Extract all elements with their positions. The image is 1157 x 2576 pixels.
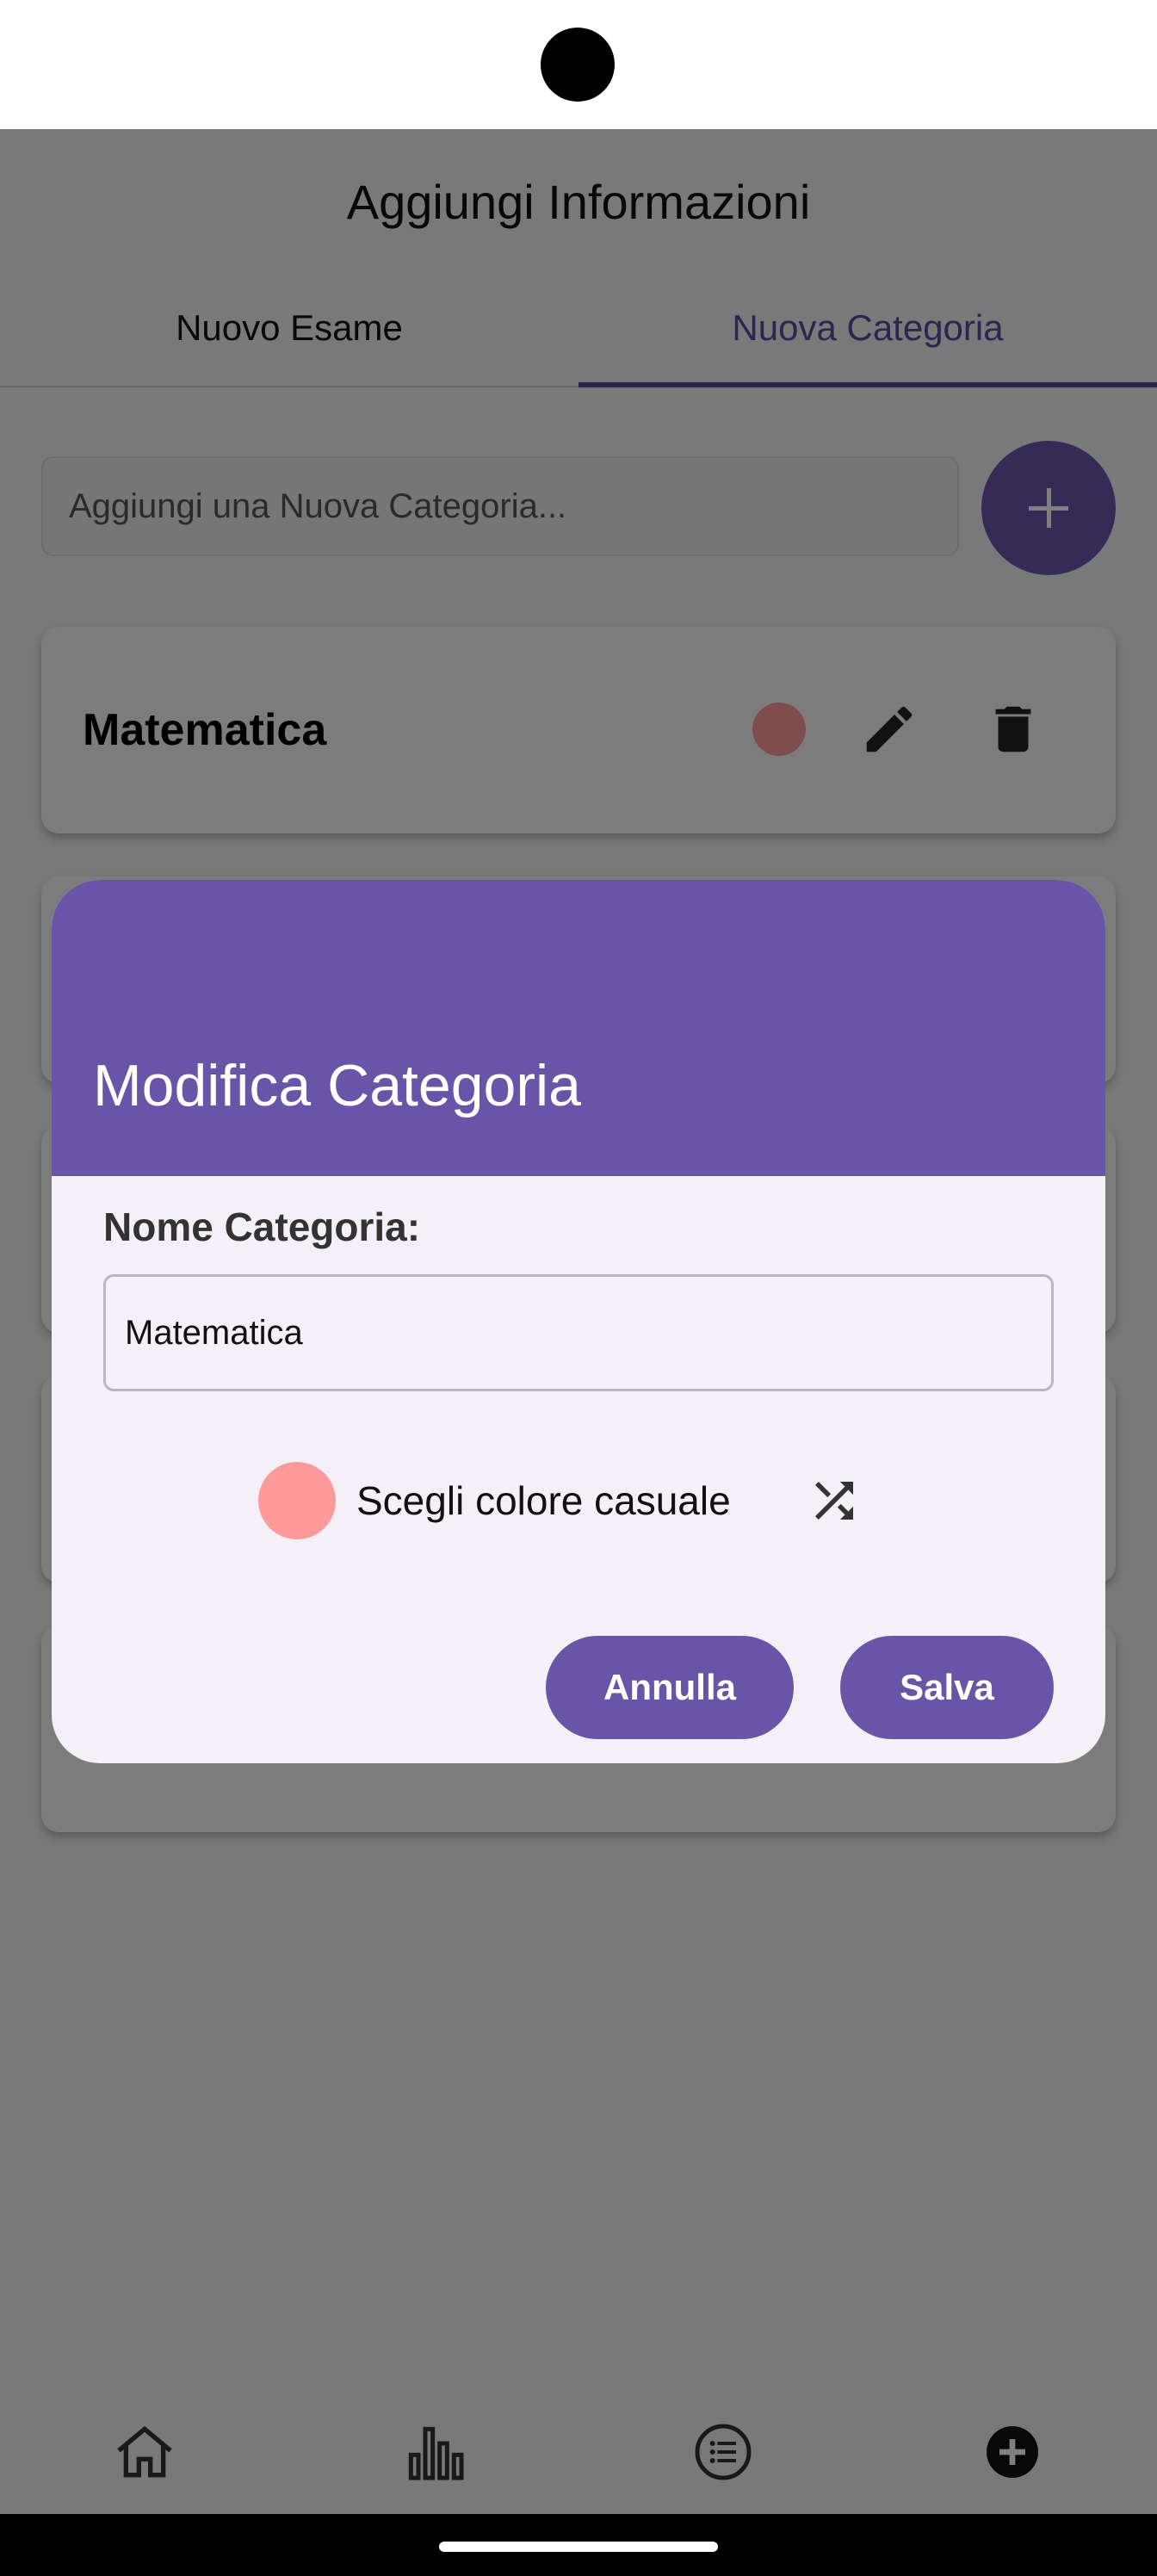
dialog-title: Modifica Categoria [93,1053,581,1118]
camera-cutout [541,28,615,102]
shuffle-icon[interactable] [806,1472,863,1529]
edit-category-dialog: Modifica Categoria Nome Categoria: Matem… [52,880,1105,1763]
status-bar [0,0,1157,129]
category-name-label: Nome Categoria: [103,1204,421,1249]
selected-color-swatch[interactable] [258,1462,336,1539]
random-color-label: Scegli colore casuale [356,1478,731,1523]
category-name-field[interactable]: Matematica [103,1274,1054,1391]
dialog-header: Modifica Categoria [52,880,1105,1176]
home-indicator[interactable] [439,2542,718,2552]
cancel-button[interactable]: Annulla [546,1636,794,1739]
save-button[interactable]: Salva [840,1636,1054,1739]
